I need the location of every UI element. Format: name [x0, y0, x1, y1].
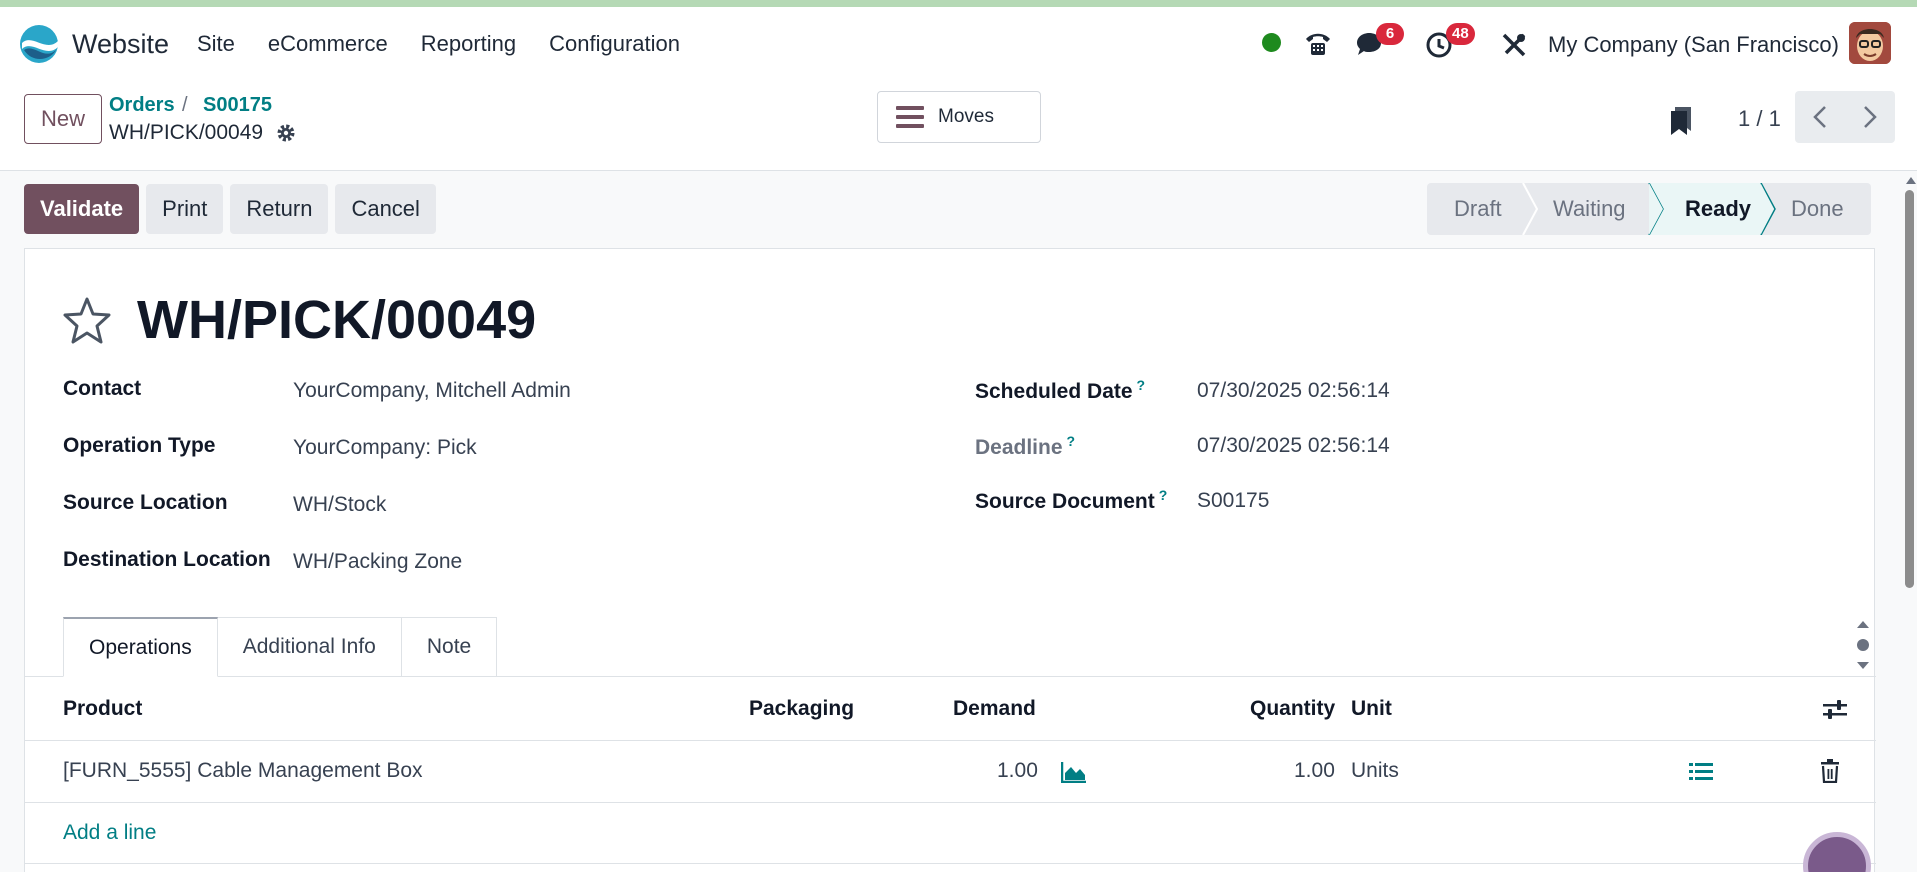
menu-reporting[interactable]: Reporting — [421, 31, 516, 57]
deadline-label: Deadline? — [975, 433, 1075, 460]
pager-next-button[interactable] — [1845, 91, 1895, 143]
operation-type-field[interactable]: YourCompany: Pick — [293, 436, 477, 460]
forecast-chart-icon[interactable] — [1061, 761, 1087, 783]
cancel-button[interactable]: Cancel — [335, 184, 436, 234]
quantity-cell[interactable]: 1.00 — [1294, 759, 1335, 783]
column-unit[interactable]: Unit — [1351, 697, 1392, 721]
unit-cell: Units — [1351, 759, 1399, 782]
tab-note[interactable]: Note — [401, 617, 498, 677]
messages-count-badge: 6 — [1376, 23, 1404, 45]
gear-icon[interactable] — [276, 123, 296, 143]
deadline-label-text: Deadline — [975, 436, 1063, 459]
destination-location-field[interactable]: WH/Packing Zone — [293, 550, 462, 574]
form-action-buttons: Validate Print Return Cancel — [24, 184, 436, 234]
table-row[interactable]: [FURN_5555] Cable Management Box 1.00 1.… — [25, 741, 1876, 803]
presence-status-icon[interactable] — [1262, 33, 1281, 52]
table-bottom-divider — [25, 863, 1876, 864]
column-demand[interactable]: Demand — [953, 697, 1036, 721]
source-document-field[interactable]: S00175 — [1197, 489, 1269, 513]
column-product[interactable]: Product — [63, 697, 142, 721]
moves-smart-button[interactable]: Moves — [877, 91, 1041, 143]
breadcrumb-sale-order[interactable]: S00175 — [203, 94, 272, 117]
bookmarks-icon[interactable] — [1668, 105, 1694, 137]
column-settings-icon[interactable] — [1822, 699, 1848, 721]
chevron-right-icon — [1864, 106, 1877, 128]
main-navbar: Website Site eCommerce Reporting Configu… — [0, 7, 1917, 81]
tab-additional-info[interactable]: Additional Info — [217, 617, 402, 677]
phone-icon[interactable] — [1303, 29, 1333, 59]
destination-location-label: Destination Location — [63, 548, 271, 571]
breadcrumb-orders[interactable]: Orders — [109, 94, 175, 117]
pager-value[interactable]: 1 / 1 — [1738, 106, 1781, 132]
status-arrows — [1522, 183, 1776, 235]
debug-tools-icon[interactable] — [1500, 31, 1528, 59]
column-quantity[interactable]: Quantity — [1250, 697, 1335, 721]
form-sheet: WH/PICK/00049 Contact YourCompany, Mitch… — [24, 248, 1876, 872]
scroll-up-arrow-icon[interactable] — [1904, 174, 1917, 188]
breadcrumb-separator: / — [182, 94, 188, 116]
source-document-label: Source Document? — [975, 487, 1167, 514]
activity-count-badge: 48 — [1446, 23, 1475, 45]
company-switcher[interactable]: My Company (San Francisco) — [1548, 32, 1839, 58]
detailed-operations-icon[interactable] — [1689, 761, 1713, 783]
scheduled-date-field[interactable]: 07/30/2025 02:56:14 — [1197, 379, 1390, 403]
breadcrumb-current-record: WH/PICK/00049 — [109, 121, 264, 144]
new-button[interactable]: New — [24, 94, 102, 144]
scheduled-date-label: Scheduled Date? — [975, 377, 1145, 404]
return-button[interactable]: Return — [230, 184, 329, 234]
source-location-field[interactable]: WH/Stock — [293, 493, 386, 517]
user-avatar[interactable] — [1849, 22, 1891, 64]
contact-label: Contact — [63, 377, 142, 400]
demand-cell: 1.00 — [997, 759, 1038, 782]
tab-operations[interactable]: Operations — [63, 617, 218, 677]
page-scrollbar-thumb[interactable] — [1905, 190, 1914, 588]
control-panel: New Orders / S00175 WH/PICK/00049 Moves … — [0, 81, 1917, 171]
pager-previous-button[interactable] — [1795, 91, 1845, 143]
trash-icon[interactable] — [1820, 759, 1840, 783]
top-menu: Site eCommerce Reporting Configuration — [197, 31, 713, 57]
deadline-field[interactable]: 07/30/2025 02:56:14 — [1197, 434, 1390, 458]
help-tooltip-icon[interactable]: ? — [1159, 487, 1168, 503]
validate-button[interactable]: Validate — [24, 184, 140, 234]
inner-scroll-handle[interactable] — [1854, 620, 1872, 670]
chevron-left-icon — [1813, 106, 1826, 128]
notebook-tabs: Operations Additional Info Note — [63, 617, 498, 677]
app-name[interactable]: Website — [72, 29, 169, 60]
source-location-label: Source Location — [63, 491, 228, 514]
add-line-link[interactable]: Add a line — [63, 821, 156, 845]
source-document-label-text: Source Document — [975, 490, 1155, 513]
print-button[interactable]: Print — [146, 184, 224, 234]
list-bars-icon — [896, 106, 924, 128]
menu-ecommerce[interactable]: eCommerce — [268, 31, 388, 57]
help-tooltip-icon[interactable]: ? — [1137, 377, 1146, 393]
menu-site[interactable]: Site — [197, 31, 235, 57]
website-app-icon[interactable] — [18, 23, 60, 65]
column-packaging[interactable]: Packaging — [749, 697, 854, 721]
product-cell[interactable]: [FURN_5555] Cable Management Box — [63, 759, 423, 783]
table-header: Product Packaging Demand Quantity Unit — [25, 677, 1876, 741]
menu-configuration[interactable]: Configuration — [549, 31, 680, 57]
star-icon[interactable] — [61, 295, 113, 347]
top-accent-bar — [0, 0, 1917, 7]
help-tooltip-icon[interactable]: ? — [1067, 433, 1076, 449]
operation-type-label: Operation Type — [63, 434, 216, 457]
contact-field[interactable]: YourCompany, Mitchell Admin — [293, 379, 571, 403]
scheduled-date-label-text: Scheduled Date — [975, 380, 1133, 403]
record-title: WH/PICK/00049 — [137, 290, 537, 350]
moves-label: Moves — [938, 106, 994, 127]
